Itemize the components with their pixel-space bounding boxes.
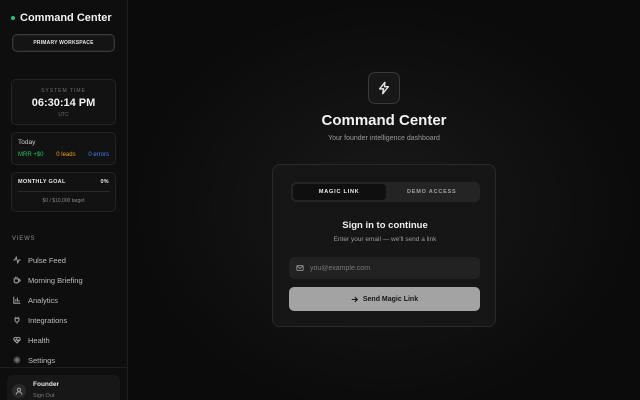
today-card: Today MRR +$0 0 leads 0 errors <box>11 132 116 165</box>
email-field[interactable] <box>289 257 480 279</box>
leads-stat: 0 leads <box>56 152 76 158</box>
goal-header: MONTHLY GOAL 0% <box>18 179 109 185</box>
sidebar-item-health[interactable]: Health <box>8 330 120 350</box>
sidebar-item-label: Health <box>28 335 50 345</box>
plug-icon <box>14 316 20 324</box>
tab-magic-link[interactable]: MAGIC LINK <box>293 184 386 200</box>
tab-demo-access[interactable]: DEMO ACCESS <box>386 184 479 200</box>
activity-icon <box>13 256 21 264</box>
sidebar-item-label: Settings <box>28 355 56 365</box>
sidebar-item-label: Integrations <box>28 315 68 325</box>
user-name: Founder <box>33 381 59 388</box>
sidebar-item-label: Morning Briefing <box>28 275 83 285</box>
goal-label: MONTHLY GOAL <box>18 179 66 185</box>
user-info: Founder Sign Out <box>33 381 59 399</box>
sidebar: Command Center PRIMARY WORKSPACE SYSTEM … <box>0 0 128 400</box>
coffee-icon <box>13 276 21 284</box>
mrr-stat: MRR +$0 <box>18 152 44 158</box>
user-icon <box>15 387 23 395</box>
goal-percent: 0% <box>100 179 109 185</box>
send-magic-link-button[interactable]: Send Magic Link <box>289 287 480 311</box>
send-button-label: Send Magic Link <box>362 295 419 303</box>
sidebar-item-label: Analytics <box>28 295 59 305</box>
brand: Command Center <box>11 12 112 24</box>
heart-pulse-icon <box>13 336 21 344</box>
system-time-card: SYSTEM TIME 06:30:14 PM UTC <box>11 79 116 125</box>
bar-chart-icon <box>13 296 21 304</box>
sidebar-nav: Pulse Feed Morning Briefing Analytics In… <box>8 250 120 370</box>
goal-subtitle: $0 / $10,000 target <box>42 198 85 204</box>
login-card: MAGIC LINK DEMO ACCESS Sign in to contin… <box>272 164 496 327</box>
system-time-value: 06:30:14 PM <box>31 97 96 109</box>
workspace-button[interactable]: PRIMARY WORKSPACE <box>12 34 115 52</box>
arrow-right-icon <box>351 296 358 302</box>
divider <box>0 367 128 368</box>
brand-title: Command Center <box>20 12 112 24</box>
page-title: Command Center <box>321 112 447 129</box>
monthly-goal-card: MONTHLY GOAL 0% $0 / $10,000 target <box>11 172 116 212</box>
system-time-label: SYSTEM TIME <box>41 88 86 94</box>
signin-title: Sign in to continue <box>342 220 428 231</box>
sidebar-item-morning-briefing[interactable]: Morning Briefing <box>8 270 120 290</box>
errors-stat: 0 errors <box>88 152 109 158</box>
today-label: Today <box>18 139 36 146</box>
today-stats: MRR +$0 0 leads 0 errors <box>18 152 109 158</box>
signin-subtitle: Enter your email — we'll send a link <box>333 236 437 243</box>
page-subtitle: Your founder intelligence dashboard <box>328 135 440 142</box>
avatar <box>12 384 26 398</box>
system-time-zone: UTC <box>58 112 69 118</box>
views-heading: VIEWS <box>12 236 36 242</box>
sidebar-item-label: Pulse Feed <box>28 255 66 265</box>
gear-icon <box>13 356 21 364</box>
sign-out-link[interactable]: Sign Out <box>33 393 59 399</box>
sidebar-item-integrations[interactable]: Integrations <box>8 310 120 330</box>
goal-progress-bar <box>18 191 109 192</box>
status-dot-icon <box>11 16 15 20</box>
user-card: Founder Sign Out <box>7 375 120 400</box>
sidebar-item-pulse-feed[interactable]: Pulse Feed <box>8 250 120 270</box>
logo <box>368 72 400 104</box>
mail-icon <box>296 265 304 271</box>
email-input[interactable] <box>310 264 470 272</box>
sidebar-item-analytics[interactable]: Analytics <box>8 290 120 310</box>
auth-tabs: MAGIC LINK DEMO ACCESS <box>291 182 480 202</box>
lightning-icon <box>378 81 390 95</box>
